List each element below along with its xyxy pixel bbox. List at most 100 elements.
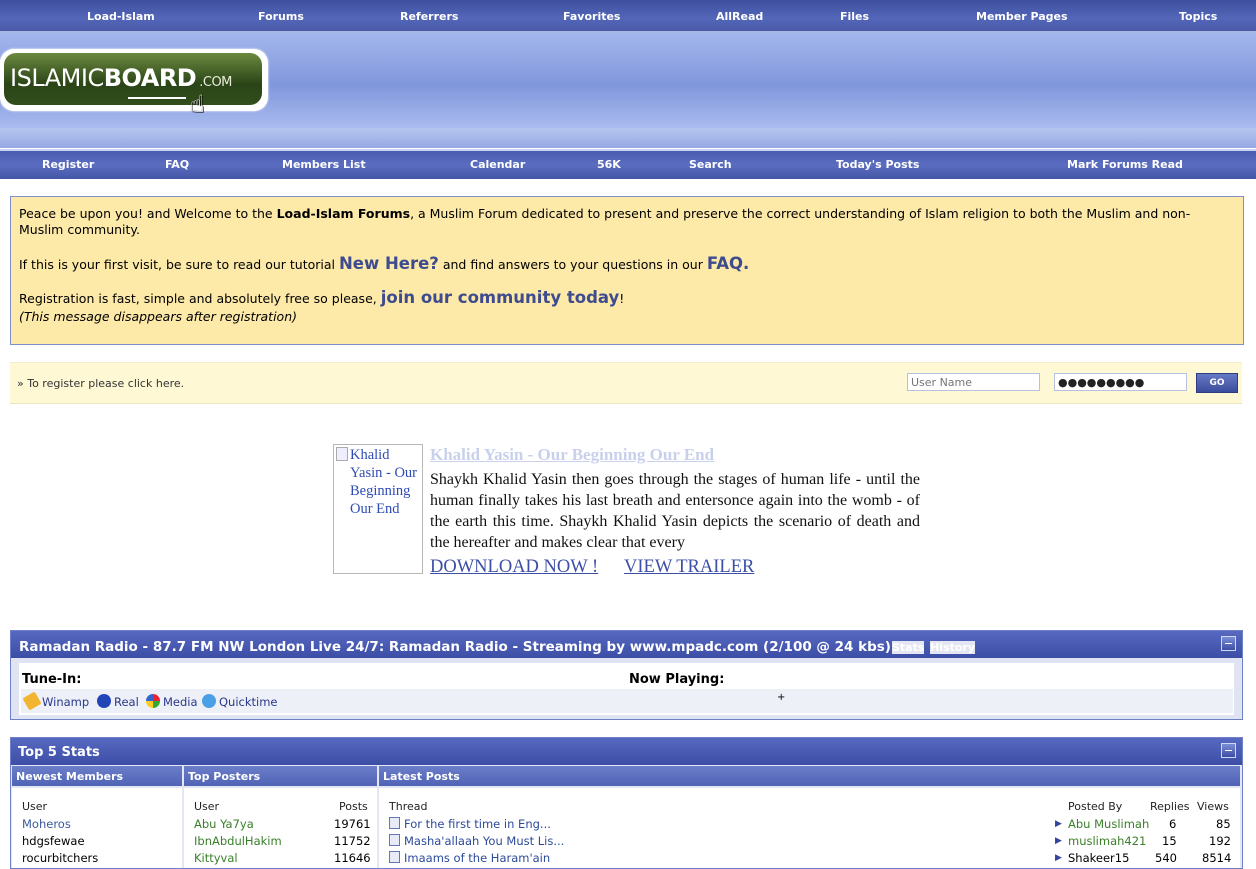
sub-nav-bar: Register FAQ Members List Calendar 56K S… xyxy=(0,149,1256,179)
sub-nav-calendar[interactable]: Calendar xyxy=(470,158,525,171)
latest-post-replies: 540 xyxy=(1155,851,1177,865)
newest-user-heading: User xyxy=(22,800,48,813)
stats-header: Top 5 Stats xyxy=(11,738,1242,765)
login-bar: » To register please click here. GO xyxy=(10,362,1242,404)
latest-post-author[interactable]: muslimah421 xyxy=(1068,834,1146,848)
radio-stats-link[interactable]: Stats xyxy=(891,641,925,654)
sub-nav-register[interactable]: Register xyxy=(42,158,94,171)
view-trailer-link[interactable]: VIEW TRAILER xyxy=(624,557,754,578)
broken-image-icon xyxy=(336,447,348,461)
posted-by-heading: Posted By xyxy=(1068,800,1123,813)
sub-nav-members-list[interactable]: Members List xyxy=(282,158,366,171)
now-playing-label: Now Playing: xyxy=(629,672,725,687)
latest-posts-column: Thread Posted By Replies Views For the f… xyxy=(379,788,1240,868)
quicktime-player[interactable]: Quicktime xyxy=(202,694,278,709)
now-playing-value: + xyxy=(777,692,786,703)
username-input[interactable] xyxy=(907,373,1040,391)
faq-link[interactable]: FAQ. xyxy=(707,254,749,273)
header-band xyxy=(0,128,1256,148)
top-nav-favorites[interactable]: Favorites xyxy=(563,10,620,23)
latest-post-replies: 15 xyxy=(1162,834,1177,848)
top-nav-forums[interactable]: Forums xyxy=(258,10,304,23)
top-nav-bar: Load-Islam Forums Referrers Favorites Al… xyxy=(0,0,1256,33)
hand-pointer-icon: ☝ xyxy=(190,90,205,118)
welcome-disclaimer: (This message disappears after registrat… xyxy=(19,309,298,324)
welcome-notice: Peace be upon you! and Welcome to the Lo… xyxy=(10,196,1244,345)
radio-header: Ramadan Radio - 87.7 FM NW London Live 2… xyxy=(11,631,1242,658)
top-nav-member-pages[interactable]: Member Pages xyxy=(976,10,1068,23)
new-here-link[interactable]: New Here? xyxy=(339,254,439,273)
latest-post-replies: 6 xyxy=(1169,817,1177,831)
password-input[interactable] xyxy=(1054,373,1187,391)
media-player[interactable]: Media xyxy=(146,694,198,709)
thread-icon xyxy=(389,834,400,846)
double-chevron-icon: » xyxy=(17,377,24,390)
latest-thread[interactable]: Imaams of the Haram'ain xyxy=(389,851,550,865)
welcome-line-3: Registration is fast, simple and absolut… xyxy=(19,288,625,307)
promo-description: Shaykh Khalid Yasin then goes through th… xyxy=(430,471,920,551)
radio-history-link[interactable]: History xyxy=(930,641,976,654)
sub-nav-faq[interactable]: FAQ xyxy=(165,158,189,171)
arrow-right-icon: ▶ xyxy=(1055,853,1062,863)
latest-posts-header: Latest Posts xyxy=(379,766,1240,786)
site-logo[interactable]: ISLAMICBOARD .COM ☝ xyxy=(0,49,268,118)
newest-member[interactable]: rocurbitchers xyxy=(22,851,98,865)
top-nav-load-islam[interactable]: Load-Islam xyxy=(87,10,155,23)
top-nav-files[interactable]: Files xyxy=(840,10,869,23)
newest-members-header: Newest Members xyxy=(12,766,182,786)
register-message[interactable]: » To register please click here. xyxy=(17,377,184,390)
views-heading: Views xyxy=(1197,800,1229,813)
top-posters-column: User Posts Abu Ya7ya 19761 IbnAbdulHakim… xyxy=(184,788,377,868)
sub-nav-todays-posts[interactable]: Today's Posts xyxy=(836,158,919,171)
promo-title-link[interactable]: Khalid Yasin - Our Beginning Our End xyxy=(430,445,714,465)
collapse-icon[interactable] xyxy=(1221,636,1236,651)
logo-wordmark: ISLAMICBOARD .COM xyxy=(10,64,232,92)
sub-nav-56k[interactable]: 56K xyxy=(597,158,621,171)
top-poster-count: 11752 xyxy=(334,834,371,848)
real-player[interactable]: Real xyxy=(97,694,139,709)
top-poster-name[interactable]: IbnAbdulHakim xyxy=(194,834,282,848)
radio-title: Ramadan Radio - 87.7 FM NW London Live 2… xyxy=(19,639,976,655)
tune-in-label: Tune-In: xyxy=(22,672,82,687)
latest-post-author[interactable]: Abu Muslimah xyxy=(1068,817,1149,831)
winamp-player[interactable]: Winamp xyxy=(22,691,89,711)
stats-title: Top 5 Stats xyxy=(18,745,100,760)
collapse-icon[interactable] xyxy=(1221,743,1236,758)
top-nav-allread[interactable]: AllRead xyxy=(716,10,763,23)
logo-underline xyxy=(128,97,186,99)
latest-post-views: 192 xyxy=(1209,834,1231,848)
latest-thread[interactable]: Masha'allaah You Must Lis... xyxy=(389,834,564,848)
latest-post-author[interactable]: Shakeer15 xyxy=(1068,851,1129,865)
radio-players-row: Winamp Real Media Quicktime + xyxy=(21,689,1233,713)
newest-members-column: User Moheros hdgsfewae rocurbitchers xyxy=(12,788,182,868)
top-posters-header: Top Posters xyxy=(184,766,377,786)
thread-icon xyxy=(389,817,400,829)
join-community-link[interactable]: join our community today xyxy=(381,288,620,307)
top-poster-count: 19761 xyxy=(334,817,371,831)
top-stats-panel: Top 5 Stats Newest Members Top Posters L… xyxy=(10,737,1243,869)
download-link[interactable]: DOWNLOAD NOW ! xyxy=(430,557,598,578)
arrow-right-icon: ▶ xyxy=(1055,819,1062,829)
latest-thread[interactable]: For the first time in Eng... xyxy=(389,817,551,831)
poster-posts-heading: Posts xyxy=(339,800,368,813)
sub-nav-search[interactable]: Search xyxy=(689,158,732,171)
newest-member[interactable]: Moheros xyxy=(22,817,71,831)
radio-panel: Ramadan Radio - 87.7 FM NW London Live 2… xyxy=(10,630,1243,720)
top-poster-name[interactable]: Abu Ya7ya xyxy=(194,817,254,831)
newest-member[interactable]: hdgsfewae xyxy=(22,834,85,848)
promo-image-alt: Khalid Yasin - Our Beginning Our End xyxy=(350,447,418,517)
real-icon xyxy=(97,694,111,708)
latest-post-views: 8514 xyxy=(1202,851,1232,865)
thread-heading: Thread xyxy=(389,800,428,813)
go-button[interactable]: GO xyxy=(1196,373,1238,393)
sub-nav-mark-forums-read[interactable]: Mark Forums Read xyxy=(1067,158,1183,171)
top-nav-referrers[interactable]: Referrers xyxy=(400,10,458,23)
arrow-right-icon: ▶ xyxy=(1055,836,1062,846)
top-poster-name[interactable]: Kittyval xyxy=(194,851,238,865)
promo-image[interactable]: Khalid Yasin - Our Beginning Our End xyxy=(333,444,423,574)
media-icon xyxy=(146,694,160,708)
welcome-line-1: Peace be upon you! and Welcome to the Lo… xyxy=(19,206,1191,237)
top-poster-count: 11646 xyxy=(334,851,371,865)
top-nav-topics[interactable]: Topics xyxy=(1179,10,1217,23)
poster-user-heading: User xyxy=(194,800,220,813)
